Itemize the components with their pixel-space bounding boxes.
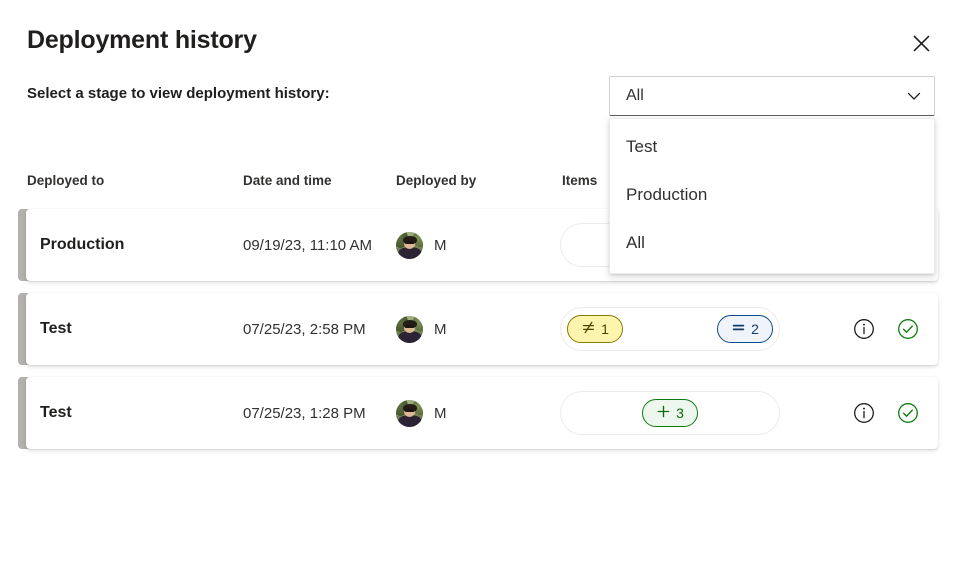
cell-deployed-by: M (396, 209, 447, 281)
page-title: Deployment history (27, 26, 257, 55)
avatar (396, 316, 423, 343)
cell-deployed-to: Production (40, 209, 124, 281)
cell-date-and-time: 07/25/23, 2:58 PM (243, 293, 366, 365)
user-initial: M (434, 321, 447, 338)
items-badge-group: 1 2 (560, 307, 780, 351)
dropdown-option-production[interactable]: Production (610, 171, 934, 219)
badge-new-items[interactable]: 3 (642, 399, 698, 427)
cell-deployed-to: Test (40, 293, 72, 365)
cell-date-and-time: 07/25/23, 1:28 PM (243, 377, 366, 449)
badge-changed-items[interactable]: 1 (567, 315, 623, 343)
close-icon (913, 35, 930, 57)
success-check-icon[interactable] (896, 401, 920, 425)
items-badge-group: 3 (560, 391, 780, 435)
cell-deployed-to: Test (40, 377, 72, 449)
not-equal-icon (581, 320, 596, 338)
table-row[interactable]: Test 07/25/23, 2:58 PM M 1 (0, 293, 960, 365)
dropdown-option-all[interactable]: All (610, 219, 934, 267)
column-header-items: Items (562, 173, 597, 188)
row-card[interactable]: Test 07/25/23, 2:58 PM M 1 (26, 293, 938, 365)
equal-icon (731, 320, 746, 338)
badge-unchanged-items[interactable]: 2 (717, 315, 773, 343)
info-icon[interactable] (852, 401, 876, 425)
badge-count: 3 (676, 406, 684, 420)
avatar (396, 232, 423, 259)
badge-count: 2 (751, 322, 759, 336)
stage-select-dropdown: Test Production All (609, 118, 935, 274)
info-icon[interactable] (852, 317, 876, 341)
stage-select-value: All (626, 87, 905, 105)
row-actions (852, 377, 920, 449)
column-header-deployed-to: Deployed to (27, 173, 104, 188)
badge-count: 1 (601, 322, 609, 336)
dropdown-option-test[interactable]: Test (610, 123, 934, 171)
cell-deployed-by: M (396, 377, 447, 449)
chevron-down-icon (905, 87, 923, 105)
plus-icon (656, 404, 671, 422)
stage-selector-label: Select a stage to view deployment histor… (27, 85, 330, 102)
avatar (396, 400, 423, 427)
column-header-date-and-time: Date and time (243, 173, 332, 188)
cell-date-and-time: 09/19/23, 11:10 AM (243, 209, 372, 281)
row-actions (852, 293, 920, 365)
cell-deployed-by: M (396, 293, 447, 365)
user-initial: M (434, 237, 447, 254)
table-row[interactable]: Test 07/25/23, 1:28 PM M 3 (0, 377, 960, 449)
column-header-deployed-by: Deployed by (396, 173, 476, 188)
row-card[interactable]: Test 07/25/23, 1:28 PM M 3 (26, 377, 938, 449)
close-button[interactable] (904, 29, 938, 63)
success-check-icon[interactable] (896, 317, 920, 341)
stage-select-combobox[interactable]: All (609, 76, 935, 116)
user-initial: M (434, 405, 447, 422)
